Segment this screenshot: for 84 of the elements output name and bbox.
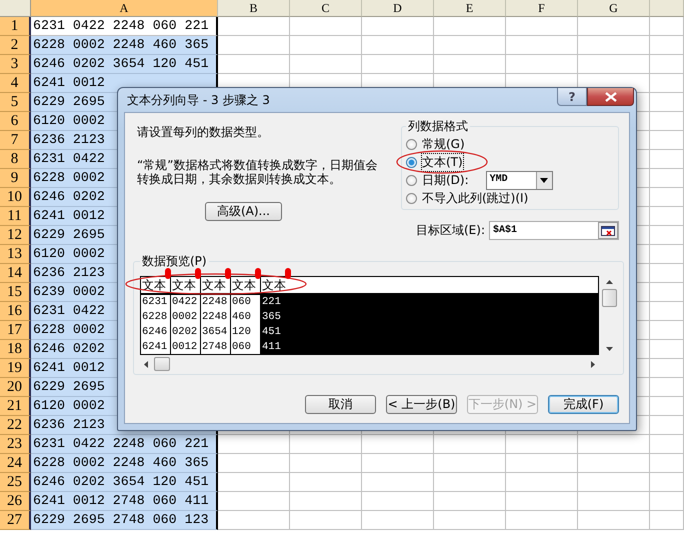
- preview-cell-text: 060: [231, 295, 252, 310]
- dropdown-arrow-icon: [540, 178, 548, 182]
- row-header[interactable]: 27: [0, 511, 31, 530]
- radio-button[interactable]: [406, 174, 417, 186]
- dialog-button[interactable]: 完成(F): [548, 395, 619, 414]
- row-header[interactable]: 19: [0, 359, 31, 378]
- row-header[interactable]: 10: [0, 188, 31, 207]
- preview-cell-text: 365: [261, 310, 282, 325]
- table-cell: 6231 0422 2248 060 221: [31, 17, 218, 36]
- row-header[interactable]: 26: [0, 492, 31, 511]
- row-header[interactable]: 15: [0, 283, 31, 302]
- column-header[interactable]: E: [434, 0, 506, 17]
- scroll-right-icon: [591, 360, 595, 368]
- table-cell: 6231 0422 2248 060 221: [31, 435, 218, 454]
- scroll-left-icon: [144, 360, 148, 368]
- preview-cell-text: 221: [261, 295, 282, 310]
- row-header[interactable]: 17: [0, 321, 31, 340]
- radio-label[interactable]: 常规(G): [421, 134, 466, 154]
- row-header[interactable]: 11: [0, 207, 31, 226]
- row-header[interactable]: 1: [0, 17, 31, 36]
- row-header[interactable]: 5: [0, 93, 31, 112]
- preview-cell-text: 460: [231, 310, 252, 325]
- row-header[interactable]: 18: [0, 340, 31, 359]
- column-header[interactable]: [650, 0, 684, 17]
- row-header[interactable]: 12: [0, 226, 31, 245]
- destination-label: 目标区域(E):: [416, 222, 485, 239]
- row-header[interactable]: 4: [0, 74, 31, 93]
- radio-label[interactable]: 日期(D):: [421, 170, 470, 190]
- row-header[interactable]: 20: [0, 378, 31, 397]
- help-button[interactable]: ?: [557, 88, 587, 106]
- advanced-button[interactable]: 高级(A)...: [205, 202, 282, 221]
- table-cell: 6246 0202 3654 120 451: [31, 473, 218, 492]
- row-header[interactable]: 16: [0, 302, 31, 321]
- table-cell: 6229 2695 2748 060 123: [31, 511, 218, 530]
- column-header[interactable]: F: [506, 0, 578, 17]
- dialog-button[interactable]: < 上一步(B): [386, 395, 457, 414]
- destination-field[interactable]: $A$1: [489, 221, 619, 240]
- preview-cell-text: 451: [261, 325, 282, 340]
- row-header[interactable]: 7: [0, 131, 31, 150]
- radio-label[interactable]: 文本(T): [421, 152, 464, 172]
- column-header[interactable]: D: [362, 0, 434, 17]
- date-format-dropdown[interactable]: YMD: [486, 170, 553, 190]
- range-picker-button[interactable]: [598, 222, 618, 239]
- radio-button[interactable]: [406, 156, 417, 168]
- select-all-corner[interactable]: [0, 0, 31, 17]
- scroll-thumb[interactable]: [602, 289, 616, 307]
- close-button[interactable]: [587, 88, 634, 106]
- column-header[interactable]: A: [31, 0, 218, 17]
- radio-button[interactable]: [406, 192, 417, 204]
- preview-cell-text: 060: [231, 340, 252, 354]
- preview-cell-text: 6246: [141, 325, 168, 340]
- range-picker-icon: [601, 226, 615, 236]
- row-header[interactable]: 14: [0, 264, 31, 283]
- column-header[interactable]: B: [218, 0, 290, 17]
- group-title: 列数据格式: [407, 118, 469, 135]
- row-header[interactable]: 8: [0, 150, 31, 169]
- row-header[interactable]: 21: [0, 397, 31, 416]
- dialog-button[interactable]: 取消: [305, 395, 376, 414]
- scroll-up-icon: [606, 280, 612, 284]
- preview-cell-text: 120: [231, 325, 252, 340]
- table-cell: 6228 0002 2248 460 365: [31, 454, 218, 473]
- row-header[interactable]: 22: [0, 416, 31, 435]
- row-header[interactable]: 3: [0, 55, 31, 74]
- scroll-down-icon: [606, 347, 612, 351]
- row-header[interactable]: 6: [0, 112, 31, 131]
- column-header[interactable]: C: [290, 0, 362, 17]
- close-icon: [604, 92, 616, 102]
- preview-cell-text: 0202: [171, 325, 198, 340]
- row-header[interactable]: 13: [0, 245, 31, 264]
- scroll-thumb[interactable]: [154, 357, 170, 371]
- table-cell: 6241 0012 2748 060 411: [31, 492, 218, 511]
- radio-label[interactable]: 不导入此列(跳过)(I): [421, 188, 530, 208]
- preview-cell-text: 411: [261, 340, 282, 354]
- radio-button[interactable]: [406, 138, 417, 150]
- table-cell: 6228 0002 2248 460 365: [31, 36, 218, 55]
- row-header[interactable]: 24: [0, 454, 31, 473]
- preview-cell-text: 6241: [141, 340, 168, 354]
- row-header[interactable]: 25: [0, 473, 31, 492]
- row-header[interactable]: 2: [0, 36, 31, 55]
- row-header[interactable]: 23: [0, 435, 31, 454]
- row-header[interactable]: 9: [0, 169, 31, 188]
- table-cell: 6246 0202 3654 120 451: [31, 55, 218, 74]
- column-header[interactable]: G: [578, 0, 650, 17]
- preview-cell-text: 0012: [171, 340, 198, 354]
